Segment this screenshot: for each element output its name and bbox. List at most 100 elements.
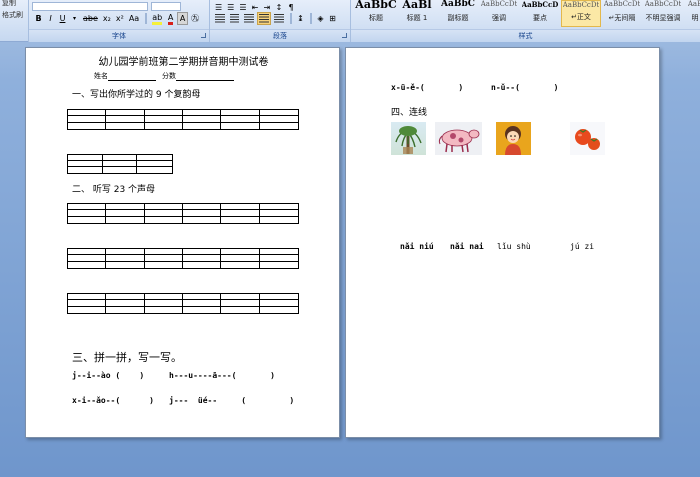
grid-cell[interactable] [106, 216, 145, 223]
match-word-3: lǐu shù [497, 242, 531, 251]
styles-gallery: AaBbC 标题 AaBl 标题 1 AaBbC 副标题 AaBbCcDt 强调… [355, 0, 700, 29]
match-word-1: nǎi niú [400, 242, 434, 251]
style-emphasis[interactable]: AaBbCcDt 强调 [479, 0, 519, 27]
align-left-icon[interactable] [213, 12, 227, 25]
style-more[interactable]: AaB 明 [684, 0, 700, 27]
style-heading-1[interactable]: AaBl 标题 1 [397, 0, 437, 27]
shading-icon[interactable]: ◈ [315, 12, 326, 25]
highlight-button[interactable]: ab [150, 12, 164, 25]
grid-cell[interactable] [68, 167, 103, 173]
grid-cell[interactable] [260, 307, 298, 313]
borders-icon[interactable]: ⊞ [327, 12, 338, 25]
score-label: 分数 [162, 72, 176, 80]
tree-image [391, 122, 426, 155]
pinyin-line-1a: j--i--ào ( ) [72, 371, 145, 380]
answer-grid-5[interactable] [67, 293, 299, 314]
font-name-row [32, 1, 204, 11]
grid-cell[interactable] [183, 216, 222, 223]
grid-cell[interactable] [183, 261, 222, 268]
grid-cell[interactable] [68, 261, 107, 268]
character-shading-button[interactable]: A [177, 12, 189, 25]
grid-cell[interactable] [221, 122, 260, 129]
pinyin-line-3a: x-ü-ě-( ) [391, 83, 464, 92]
grid-cell[interactable] [137, 167, 172, 173]
grid-cell[interactable] [145, 216, 183, 223]
justify-icon[interactable] [257, 12, 271, 25]
font-group-label: 字体 [112, 32, 126, 40]
grid-cell[interactable] [221, 261, 260, 268]
document-page-1[interactable]: 幼儿园学前班第二学期拼音期中测试卷 姓名 分数 一、写出你所学过的 9 个复韵母… [25, 47, 340, 438]
persimmon-image [570, 122, 605, 155]
copy-button[interactable]: 复制 [2, 0, 16, 8]
grid-cell[interactable] [221, 216, 260, 223]
style-no-spacing[interactable]: AaBbCcDt ↵无间隔 [602, 0, 642, 27]
align-row: ↨ ◈ ⊞ [213, 12, 339, 25]
style-strong[interactable]: AaBbCcD 要点 [520, 0, 560, 27]
document-page-2[interactable]: x-ü-ě-( ) n-ǔ--( ) 四、连线 nǎi niú nǎi nai … [345, 47, 660, 438]
subscript-button[interactable]: x₂ [101, 12, 113, 25]
score-blank [176, 71, 234, 81]
dialog-launcher-icon[interactable] [201, 33, 206, 38]
question-4: 四、连线 [391, 108, 428, 118]
page-title: 幼儿园学前班第二学期拼音期中测试卷 [98, 57, 269, 68]
style-subtitle[interactable]: AaBbC 副标题 [438, 0, 478, 27]
match-word-2: nǎi nai [450, 242, 484, 251]
grid-cell[interactable] [145, 306, 183, 313]
superscript-button[interactable]: x² [114, 12, 126, 25]
grid-cell[interactable] [106, 122, 145, 129]
underline-button[interactable]: U [57, 12, 68, 25]
pinyin-line-2b: j--- üé-- ( ) [169, 396, 295, 405]
font-name-dropdown[interactable] [32, 1, 148, 11]
enclose-character-icon[interactable]: ㊈ [189, 12, 201, 25]
style-normal[interactable]: AaBbCcDt ↵正文 [561, 0, 601, 27]
grid-cell[interactable] [145, 122, 183, 129]
grid-cell[interactable] [183, 306, 222, 313]
grid-cell[interactable] [106, 261, 145, 268]
font-group-bar: 字体 [29, 29, 209, 42]
underline-dropdown-icon[interactable]: ▾ [69, 12, 80, 25]
font-size-dropdown[interactable] [151, 1, 181, 11]
answer-grid-4[interactable] [67, 248, 299, 269]
highlighter-icon: ab [152, 13, 163, 25]
font-color-button[interactable]: A [165, 12, 176, 25]
grid-cell[interactable] [68, 216, 107, 223]
line-spacing-icon[interactable]: ↨ [295, 12, 306, 25]
paragraph-group-label: 段落 [273, 32, 287, 40]
answer-grid-1[interactable] [67, 109, 299, 130]
align-right-icon[interactable] [242, 12, 256, 25]
answer-grid-2[interactable] [67, 154, 173, 174]
distributed-icon[interactable] [272, 12, 286, 25]
font-color-icon: A [167, 13, 174, 25]
styles-group-bar: 样式 [351, 29, 700, 42]
separator [290, 13, 292, 24]
grid-cell[interactable] [68, 306, 107, 313]
grid-cell[interactable] [106, 306, 145, 313]
name-score-line: 姓名 分数 [94, 71, 234, 81]
grid-cell[interactable] [260, 123, 298, 129]
grid-cell[interactable] [68, 122, 107, 129]
grid-cell[interactable] [183, 122, 222, 129]
style-title[interactable]: AaBbC 标题 [355, 0, 396, 27]
name-blank [108, 71, 156, 81]
grid-cell[interactable] [145, 261, 183, 268]
grid-cell[interactable] [260, 262, 298, 268]
change-case-button[interactable]: Aa [127, 12, 141, 25]
strikethrough-button[interactable]: abe [81, 12, 100, 25]
italic-button[interactable]: I [45, 12, 56, 25]
answer-grid-3[interactable] [67, 203, 299, 224]
grid-cell[interactable] [221, 306, 260, 313]
bold-button[interactable]: B [33, 12, 44, 25]
question-1: 一、写出你所学过的 9 个复韵母 [72, 90, 201, 100]
cow-image [435, 122, 482, 155]
match-word-4: jú zi [570, 242, 595, 251]
separator [310, 13, 312, 24]
pinyin-line-2a: x-i--ǎo--( ) [72, 396, 154, 405]
grid-cell[interactable] [103, 167, 138, 173]
grid-cell[interactable] [260, 217, 298, 223]
ribbon: 复制 格式刷 B I U ▾ abe x₂ x² Aa ab A A ㊈ 字体 … [0, 0, 700, 42]
dialog-launcher-icon[interactable] [342, 33, 347, 38]
format-painter-button[interactable]: 格式刷 [2, 10, 23, 20]
style-subtle-emphasis[interactable]: AaBbCcDt 不明显强调 [643, 0, 683, 27]
pinyin-line-3b: n-ǔ--( ) [491, 83, 559, 92]
align-center-icon[interactable] [228, 12, 241, 25]
